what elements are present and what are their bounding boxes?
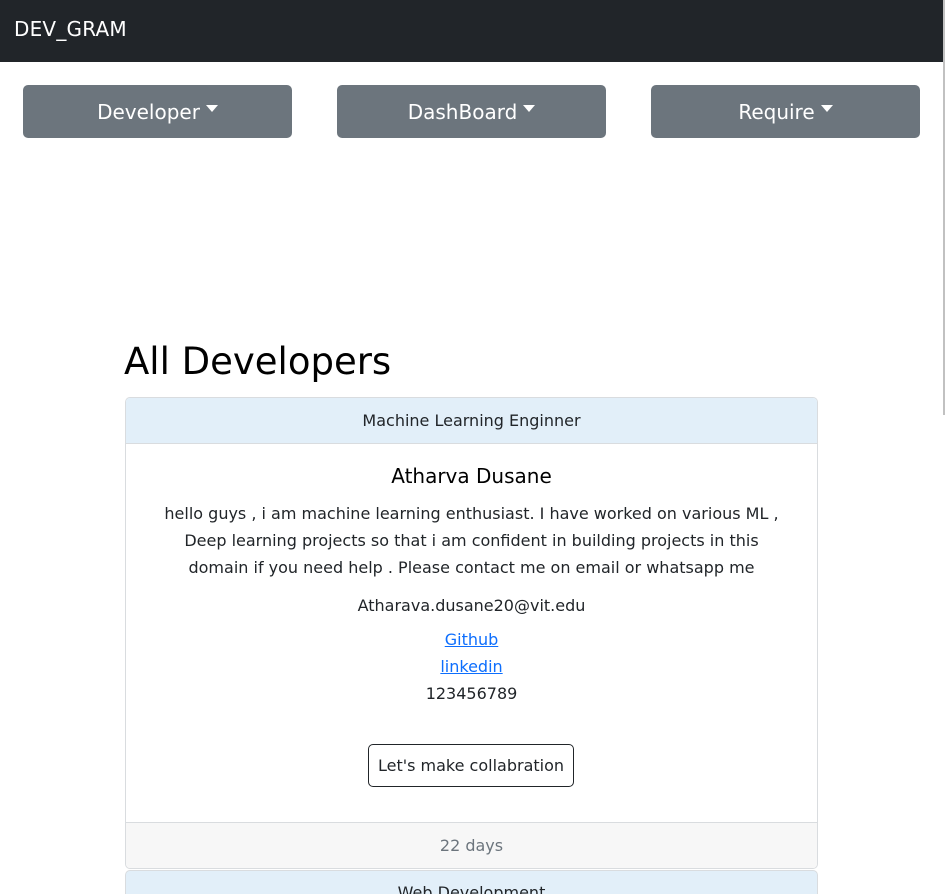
dashboard-dropdown-label: DashBoard — [407, 99, 518, 124]
linkedin-link[interactable]: linkedin — [440, 657, 502, 676]
card-body: Atharva Dusane hello guys , i am machine… — [126, 444, 817, 824]
github-link[interactable]: Github — [445, 630, 499, 649]
caret-down-icon — [820, 105, 833, 112]
developer-name: Atharva Dusane — [391, 464, 552, 488]
brand-logo[interactable]: DEV_GRAM — [14, 17, 127, 41]
caret-down-icon — [205, 105, 218, 112]
developer-bio: hello guys , i am machine learning enthu… — [164, 504, 779, 577]
card-category-header: Machine Learning Enginner — [126, 398, 817, 444]
card-footer-age: 22 days — [126, 822, 817, 868]
require-dropdown-label: Require — [738, 99, 815, 124]
developer-card: Machine Learning Enginner Atharva Dusane… — [125, 397, 818, 869]
page-title: All Developers — [124, 340, 392, 383]
developer-email: Atharava.dusane20@vit.edu — [357, 596, 586, 615]
caret-down-icon — [523, 105, 536, 112]
collaborate-button[interactable]: Let's make collabration — [368, 744, 574, 787]
card-category-header: Web Development — [397, 883, 546, 894]
top-navbar: DEV_GRAM — [0, 0, 943, 62]
dashboard-dropdown-button[interactable]: DashBoard — [337, 85, 606, 138]
developer-dropdown-label: Developer — [97, 99, 200, 124]
developer-dropdown-button[interactable]: Developer — [23, 85, 292, 138]
developer-card: Web Development — [125, 870, 818, 894]
page: DEV_GRAM Developer DashBoard Require All… — [0, 0, 945, 894]
developer-phone: 123456789 — [425, 684, 518, 703]
require-dropdown-button[interactable]: Require — [651, 85, 920, 138]
